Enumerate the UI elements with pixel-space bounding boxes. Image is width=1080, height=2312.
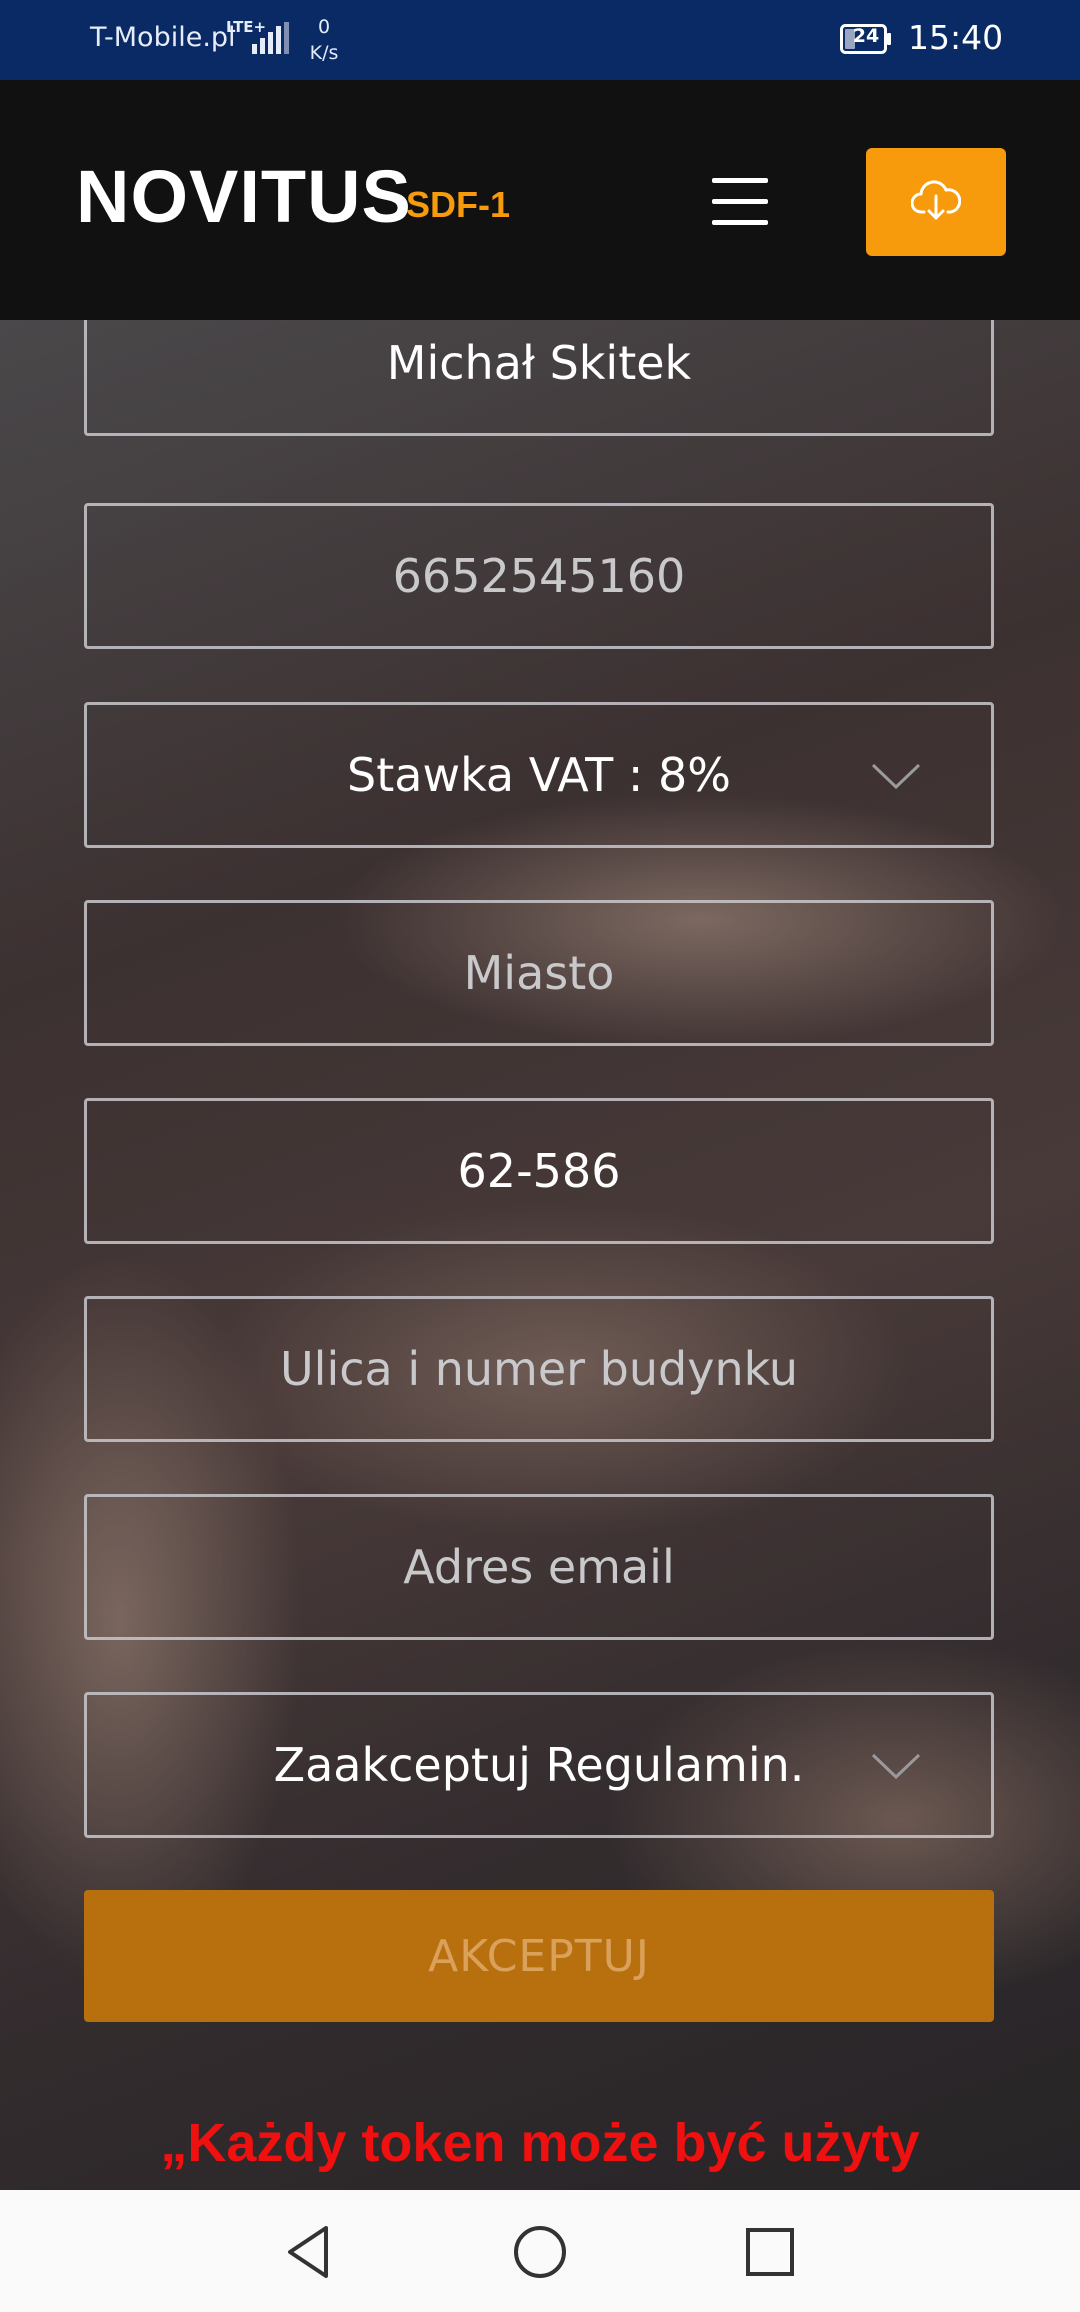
hamburger-icon-line [712, 199, 768, 204]
postal-code-value: 62-586 [457, 1144, 621, 1198]
name-field-value: Michał Skitek [386, 336, 692, 390]
street-field-placeholder: Ulica i numer budynku [280, 1342, 798, 1396]
cloud-download-button[interactable] [866, 148, 1006, 256]
email-field-placeholder: Adres email [403, 1540, 675, 1594]
navigation-bar [0, 2190, 1080, 2312]
form-area: Michał Skitek 6652545160 Stawka VAT : 8%… [0, 320, 1080, 2190]
signal-icon [252, 22, 289, 54]
app-header: NOVITUS SDF-1 [0, 80, 1080, 320]
network-speed-unit: K/s [309, 42, 339, 64]
city-field[interactable]: Miasto [84, 900, 994, 1046]
clock: 15:40 [908, 18, 1004, 57]
city-field-placeholder: Miasto [463, 946, 615, 1000]
menu-button[interactable] [704, 168, 776, 236]
terms-select[interactable]: Zaakceptuj Regulamin. [84, 1692, 994, 1838]
vat-rate-select[interactable]: Stawka VAT : 8% [84, 702, 994, 848]
hamburger-icon-line [712, 220, 768, 225]
nip-field-value: 6652545160 [392, 549, 686, 603]
vat-rate-value: Stawka VAT : 8% [347, 748, 731, 802]
network-speed: 0 K/s [306, 14, 342, 66]
chevron-down-icon [871, 763, 921, 790]
postal-code-field[interactable]: 62-586 [84, 1098, 994, 1244]
name-field[interactable]: Michał Skitek [84, 320, 994, 436]
network-speed-value: 0 [317, 16, 331, 38]
home-icon[interactable] [508, 2220, 572, 2284]
battery-level: 24 [852, 25, 880, 47]
token-notice: „Każdy token może być użyty [160, 2113, 920, 2173]
email-field[interactable]: Adres email [84, 1494, 994, 1640]
nip-field[interactable]: 6652545160 [84, 503, 994, 649]
recent-apps-icon[interactable] [738, 2220, 802, 2284]
brand-logo: NOVITUS [76, 155, 412, 238]
terms-select-value: Zaakceptuj Regulamin. [273, 1738, 805, 1792]
chevron-down-icon [871, 1753, 921, 1780]
brand-model: SDF-1 [406, 184, 511, 225]
back-icon[interactable] [276, 2220, 340, 2284]
hamburger-icon [712, 178, 768, 183]
status-bar: T-Mobile.pl LTE+ 0 K/s 24 15:40 [0, 0, 1080, 80]
street-field[interactable]: Ulica i numer budynku [84, 1296, 994, 1442]
carrier-name: T-Mobile.pl [90, 22, 236, 53]
accept-button[interactable]: AKCEPTUJ [84, 1890, 994, 2022]
cloud-download-icon [911, 180, 961, 220]
